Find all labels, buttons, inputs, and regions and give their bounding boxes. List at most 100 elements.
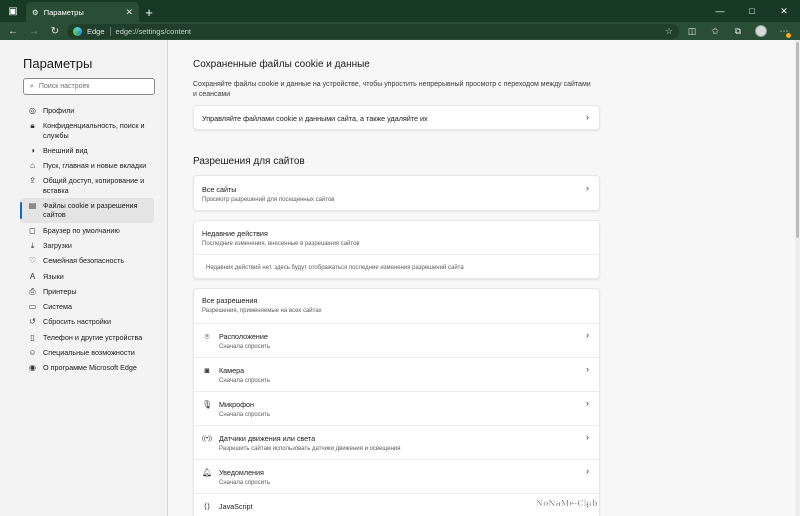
- scrollbar-thumb[interactable]: [796, 42, 799, 238]
- cookies-heading: Сохраненные файлы cookie и данные: [193, 59, 370, 70]
- all-permissions-title: Все разрешения: [202, 296, 258, 305]
- sidebar-item[interactable]: 🔒︎ Конфиденциальность, поиск и службы: [20, 118, 154, 143]
- more-menu-button[interactable]: ⋯: [774, 22, 794, 40]
- permission-title: Уведомления: [219, 468, 264, 477]
- favorites-icon[interactable]: ✩: [705, 22, 725, 40]
- new-tab-button[interactable]: +: [139, 2, 159, 22]
- permission-row[interactable]: 🔔︎ Уведомления Сначала спросить ›: [194, 459, 599, 493]
- lock-icon: 🔒︎: [30, 121, 35, 131]
- sidebar-item[interactable]: ◎ Профили: [20, 103, 154, 118]
- address-bar[interactable]: Edge edge://settings/content ☆: [67, 23, 679, 39]
- sidebar-item-label: Система: [43, 302, 72, 312]
- sidebar-item[interactable]: ◻ Браузер по умолчанию: [20, 223, 154, 238]
- sidebar-item[interactable]: ⎙ Принтеры: [20, 284, 154, 299]
- printer-icon: ⎙: [29, 286, 36, 296]
- phone-icon: ▯: [30, 332, 35, 342]
- url-text[interactable]: edge://settings/content: [116, 27, 660, 36]
- sidebar-item[interactable]: ▤ Файлы cookie и разрешения сайтов: [20, 198, 154, 223]
- sidebar-item-label: Пуск, главная и новые вкладки: [43, 161, 147, 171]
- close-window-button[interactable]: ✕: [768, 0, 800, 22]
- sidebar-item-label: Файлы cookie и разрешения сайтов: [43, 201, 138, 220]
- permissions-heading: Разрешения для сайтов: [193, 156, 305, 167]
- sidebar-item[interactable]: ♡ Семейная безопасность: [20, 253, 154, 268]
- appearance-icon: ◑: [30, 145, 35, 155]
- avatar: [755, 25, 767, 37]
- add-favorite-icon[interactable]: ☆: [665, 26, 673, 37]
- all-permissions-card: Все разрешения Разрешения, применяемые н…: [193, 288, 600, 516]
- accessibility-icon: ☺: [28, 348, 37, 358]
- sidebar-item[interactable]: ⌂ Пуск, главная и новые вкладки: [20, 158, 154, 173]
- permission-title: Микрофон: [219, 400, 255, 409]
- all-sites-subtitle: Просмотр разрешений для посещенных сайто…: [202, 197, 335, 203]
- all-sites-title: Все сайты: [202, 185, 237, 194]
- home-icon: ⌂: [30, 161, 35, 171]
- title-bar: ▣ ⚙ Параметры ✕ + — □ ✕: [0, 0, 800, 22]
- all-permissions-subtitle: Разрешения, применяемые на всех сайтах: [202, 308, 322, 314]
- edge-logo-icon: [73, 26, 82, 36]
- chevron-right-icon: ›: [586, 364, 589, 374]
- sidebar-item[interactable]: ☺ Специальные возможности: [20, 345, 154, 360]
- site-label: Edge: [87, 26, 105, 36]
- search-input[interactable]: [38, 83, 148, 90]
- chevron-right-icon: ›: [586, 330, 589, 340]
- sidebar-item-label: Телефон и другие устройства: [43, 332, 143, 342]
- reset-icon: ↺: [29, 317, 36, 327]
- sidebar-item-label: Языки: [43, 271, 64, 281]
- tab-close-icon[interactable]: ✕: [125, 7, 133, 18]
- sidebar-nav: ◎ Профили 🔒︎ Конфиденциальность, поиск и сл…: [20, 103, 154, 376]
- recent-empty-text: Недавних действий нет. здесь будут отобр…: [206, 265, 464, 271]
- language-icon: A: [29, 271, 36, 281]
- sidebar-item-label: Загрузки: [43, 240, 72, 250]
- sidebar-item-label: Конфиденциальность, поиск и службы: [43, 121, 145, 140]
- all-sites-card[interactable]: Все сайты Просмотр разрешений для посеще…: [193, 175, 600, 211]
- browser-icon: ◻: [29, 225, 36, 235]
- refresh-button[interactable]: ↻: [46, 22, 64, 40]
- permission-row[interactable]: ((•)) Датчики движения или света Разрешить…: [194, 425, 599, 459]
- permission-row[interactable]: ⌾ Расположение Сначала спросить ›: [194, 323, 599, 357]
- cookies-description: Сохраняйте файлы cookie и данные на устр…: [193, 81, 591, 98]
- recent-subtitle: Последние изменения, внесенные в разреше…: [202, 241, 360, 247]
- sidebar-item-label: Сбросить настройки: [43, 317, 111, 327]
- sidebar-item-label: Внешний вид: [43, 145, 88, 155]
- toolbar: ← → ↻ Edge edge://settings/content ☆ ◫ ✩…: [0, 22, 800, 40]
- edge-icon: ◉: [29, 363, 36, 373]
- sidebar-item-label: Специальные возможности: [43, 348, 135, 358]
- split-screen-icon[interactable]: ◫: [682, 22, 702, 40]
- sidebar-item-label: О программе Microsoft Edge: [43, 363, 137, 373]
- sidebar-item-label: Принтеры: [43, 286, 77, 296]
- recent-activity-card: Недавние действия Последние изменения, в…: [193, 220, 600, 279]
- profile-icon: ◎: [29, 106, 36, 115]
- maximize-button[interactable]: □: [736, 0, 768, 22]
- manage-cookies-card[interactable]: Управляйте файлами cookie и данными сайт…: [193, 105, 600, 130]
- back-button[interactable]: ←: [4, 22, 22, 40]
- system-icon: ▭: [28, 302, 37, 312]
- forward-button[interactable]: →: [25, 22, 43, 40]
- collections-icon[interactable]: ⧉: [728, 22, 748, 40]
- tab-settings[interactable]: ⚙ Параметры ✕: [26, 2, 139, 22]
- sidebar-item[interactable]: ↺ Сбросить настройки: [20, 314, 154, 329]
- permission-row[interactable]: 🎙︎ Микрофон Сначала спросить ›: [194, 391, 599, 425]
- sidebar-title: Параметры: [23, 56, 93, 71]
- camera-icon: ◙: [204, 366, 210, 375]
- sidebar-item[interactable]: ⇪ Общий доступ, копирование и вставка: [20, 173, 154, 198]
- sidebar-item[interactable]: ◑ Внешний вид: [20, 143, 154, 158]
- sidebar-item-label: Профили: [43, 106, 75, 115]
- code-icon: ⟨⟩: [203, 502, 211, 511]
- search-box[interactable]: ⌕: [23, 78, 155, 95]
- recent-title: Недавние действия: [202, 229, 268, 238]
- sensor-icon: ((•)): [201, 436, 213, 442]
- sidebar-item[interactable]: ⤓ Загрузки: [20, 238, 154, 253]
- tab-actions-icon[interactable]: ▣: [0, 0, 26, 22]
- sidebar-item[interactable]: ◉ О программе Microsoft Edge: [20, 360, 154, 375]
- location-icon: ⌾: [204, 332, 210, 341]
- chevron-right-icon: ›: [586, 183, 589, 193]
- minimize-button[interactable]: —: [704, 0, 736, 22]
- sidebar: Параметры ⌕ ◎ Профили 🔒︎ Конфиденциальность…: [0, 40, 168, 516]
- permission-row[interactable]: ◙ Камера Сначала спросить ›: [194, 357, 599, 391]
- sidebar-item[interactable]: ▯ Телефон и другие устройства: [20, 330, 154, 345]
- sidebar-item[interactable]: A Языки: [20, 269, 154, 284]
- tab-title: Параметры: [43, 7, 84, 17]
- scrollbar[interactable]: [795, 40, 800, 516]
- profile-button[interactable]: [751, 22, 771, 40]
- sidebar-item[interactable]: ▭ Система: [20, 299, 154, 314]
